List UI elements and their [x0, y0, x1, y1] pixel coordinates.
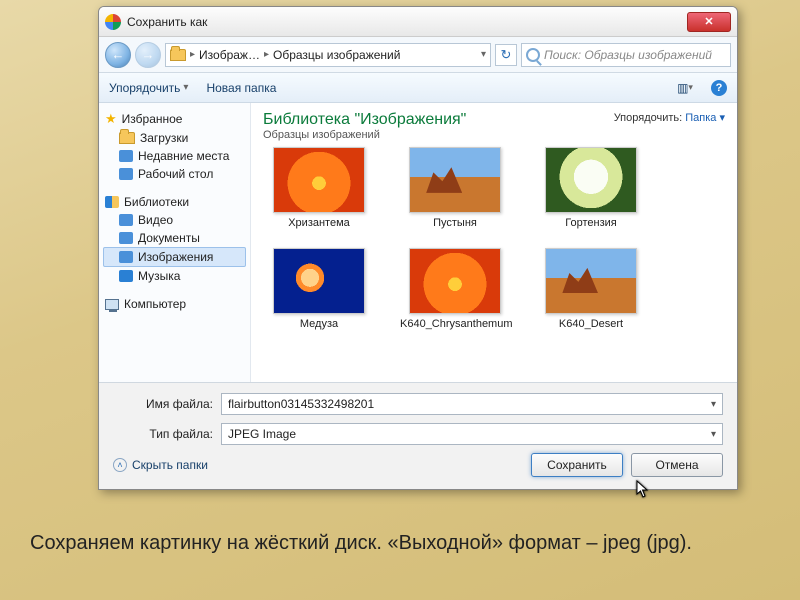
sidebar-item-desktop[interactable]: Рабочий стол [103, 165, 246, 183]
sidebar-item-downloads[interactable]: Загрузки [103, 129, 246, 147]
thumbnail-image [273, 147, 365, 213]
thumbnail-item[interactable]: Медуза [263, 248, 375, 331]
recent-icon [119, 150, 133, 162]
computer-icon [105, 299, 119, 310]
refresh-button[interactable]: ↻ [495, 44, 517, 66]
sidebar-item-pictures[interactable]: Изображения [103, 247, 246, 267]
search-placeholder: Поиск: Образцы изображений [544, 48, 712, 62]
window-title: Сохранить как [127, 15, 687, 29]
video-icon [119, 214, 133, 226]
sidebar-libraries[interactable]: Библиотеки [103, 193, 246, 211]
thumbnail-item[interactable]: Гортензия [535, 147, 647, 230]
sidebar-favorites[interactable]: ★Избранное [103, 109, 246, 129]
thumbnail-image [545, 248, 637, 314]
filename-label: Имя файла: [113, 397, 213, 411]
chevron-right-icon: ▸ [264, 49, 269, 60]
filetype-label: Тип файла: [113, 427, 213, 441]
new-folder-button[interactable]: Новая папка [206, 81, 276, 95]
hide-folders-toggle[interactable]: ˄ Скрыть папки [113, 458, 208, 472]
breadcrumb[interactable]: ▸ Изображ… ▸ Образцы изображений ▾ [165, 43, 491, 67]
search-icon [526, 48, 540, 62]
folder-icon [119, 132, 135, 144]
filename-input[interactable]: flairbutton03145332498201▾ [221, 393, 723, 415]
save-form: Имя файла: flairbutton03145332498201▾ Ти… [99, 383, 737, 489]
thumbnail-label: K640_Chrysanthemum [400, 318, 510, 331]
thumbnail-label: Хризантема [288, 217, 350, 230]
search-input[interactable]: Поиск: Образцы изображений [521, 43, 731, 67]
sidebar: ★Избранное Загрузки Недавние места Рабоч… [99, 103, 251, 382]
chrome-icon [105, 14, 121, 30]
library-subtitle: Образцы изображений [263, 129, 466, 141]
thumbnail-image [273, 248, 365, 314]
thumbnail-image [409, 147, 501, 213]
sidebar-item-documents[interactable]: Документы [103, 229, 246, 247]
thumbnail-label: Гортензия [565, 217, 616, 230]
desktop-icon [119, 168, 133, 180]
thumbnail-item[interactable]: Пустыня [399, 147, 511, 230]
cancel-button[interactable]: Отмена [631, 453, 723, 477]
sidebar-item-music[interactable]: Музыка [103, 267, 246, 285]
arrange-by[interactable]: Упорядочить: Папка ▾ [614, 111, 725, 124]
close-button[interactable]: ✕ [687, 12, 731, 32]
crumb-2[interactable]: Образцы изображений [273, 48, 400, 62]
sidebar-item-video[interactable]: Видео [103, 211, 246, 229]
libraries-icon [105, 196, 119, 208]
chevron-down-icon[interactable]: ▾ [711, 429, 716, 440]
toolbar: Упорядочить▾ Новая папка ▥ ▾ ? [99, 73, 737, 103]
view-options-button[interactable]: ▥ ▾ [677, 80, 693, 96]
star-icon: ★ [105, 111, 117, 127]
filetype-select[interactable]: JPEG Image▾ [221, 423, 723, 445]
thumbnail-label: Пустыня [433, 217, 477, 230]
thumbnail-item[interactable]: Хризантема [263, 147, 375, 230]
chevron-down-icon[interactable]: ▾ [481, 49, 486, 60]
music-icon [119, 270, 133, 282]
crumb-1[interactable]: Изображ… [199, 48, 260, 62]
forward-button[interactable]: → [135, 42, 161, 68]
save-button[interactable]: Сохранить [531, 453, 623, 477]
nav-bar: ← → ▸ Изображ… ▸ Образцы изображений ▾ ↻… [99, 37, 737, 73]
thumbnail-item[interactable]: K640_Desert [535, 248, 647, 331]
chevron-down-icon[interactable]: ▾ [711, 399, 716, 410]
sidebar-item-recent[interactable]: Недавние места [103, 147, 246, 165]
folder-icon [170, 49, 186, 61]
titlebar: Сохранить как ✕ [99, 7, 737, 37]
help-button[interactable]: ? [711, 80, 727, 96]
thumbnail-label: Медуза [300, 318, 338, 331]
content-pane: Библиотека "Изображения" Образцы изображ… [251, 103, 737, 382]
thumbnail-image [545, 147, 637, 213]
sidebar-computer[interactable]: Компьютер [103, 295, 246, 313]
library-title: Библиотека "Изображения" [263, 111, 466, 129]
thumbnail-item[interactable]: K640_Chrysanthemum [399, 248, 511, 331]
thumbnail-label: K640_Desert [559, 318, 623, 331]
slide-caption: Сохраняем картинку на жёсткий диск. «Вых… [30, 530, 770, 557]
chevron-up-icon: ˄ [113, 458, 127, 472]
thumbnail-image [409, 248, 501, 314]
pictures-icon [119, 251, 133, 263]
documents-icon [119, 232, 133, 244]
thumbnail-grid: Хризантема Пустыня Гортензия Медуза K640_Chr… [263, 147, 725, 330]
save-as-dialog: Сохранить как ✕ ← → ▸ Изображ… ▸ Образцы… [98, 6, 738, 490]
chevron-right-icon: ▸ [190, 49, 195, 60]
back-button[interactable]: ← [105, 42, 131, 68]
organize-button[interactable]: Упорядочить▾ [109, 81, 188, 95]
